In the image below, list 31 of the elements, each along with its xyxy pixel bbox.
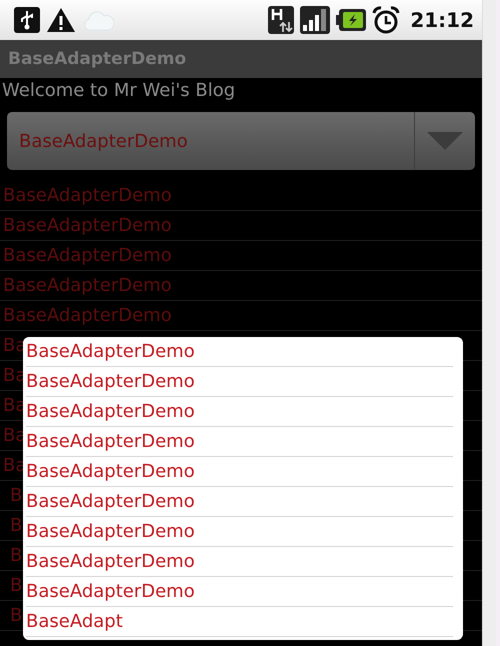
- dropdown-item[interactable]: BaseAdapterDemo: [26, 487, 453, 517]
- list-item[interactable]: B: [0, 515, 22, 536]
- dropdown-item[interactable]: BaseAdapterDemo: [26, 547, 453, 577]
- list-item[interactable]: BaseAdapterDemo: [0, 305, 172, 326]
- dropdown-item[interactable]: BaseAdapterDemo: [26, 427, 453, 457]
- list-item[interactable]: B: [0, 485, 22, 506]
- clock-time: 21:12: [410, 8, 474, 32]
- battery-icon: [336, 8, 366, 32]
- list-item[interactable]: BaseAdapterDemo: [0, 245, 172, 266]
- list-item[interactable]: B: [0, 575, 22, 596]
- welcome-text: Welcome to Mr Wei's Blog: [1, 79, 236, 103]
- dropdown-item[interactable]: BaseAdapterDemo: [26, 457, 453, 487]
- list-item[interactable]: BaseAdapterDemo: [0, 215, 172, 236]
- dropdown-item[interactable]: BaseAdapterDemo: [26, 577, 453, 607]
- dropdown-item[interactable]: BaseAdapterDemo: [26, 367, 453, 397]
- list-item[interactable]: BaseAdapterDemo: [0, 275, 172, 296]
- dropdown-item[interactable]: BaseAdapt: [26, 607, 453, 637]
- list-item[interactable]: BaseAdapterDemo: [0, 185, 172, 206]
- signal-icon: [300, 6, 330, 34]
- spinner[interactable]: BaseAdapterDemo: [7, 112, 475, 170]
- dropdown-item[interactable]: BaseAdapterDemo: [26, 517, 453, 547]
- list-item[interactable]: B: [0, 545, 22, 566]
- caret-icon: [427, 132, 463, 150]
- list-item[interactable]: B: [0, 605, 22, 626]
- app-title: BaseAdapterDemo: [8, 49, 186, 69]
- dropdown-item[interactable]: BaseAdapterDemo: [26, 397, 453, 427]
- warning-icon: [46, 7, 76, 33]
- dropdown-item[interactable]: BaseAdapterDemo: [26, 337, 453, 367]
- alarm-clock-icon: [372, 6, 400, 34]
- usb-icon: [14, 7, 40, 33]
- data-icon: [268, 6, 294, 34]
